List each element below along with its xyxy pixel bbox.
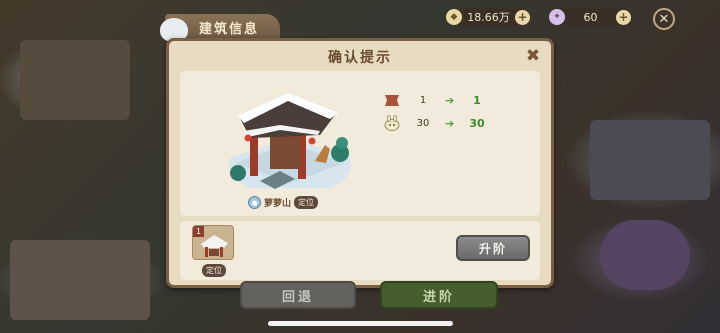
advance-button[interactable]: 进阶 (380, 281, 498, 309)
stat-from-value: 30 (416, 117, 430, 129)
building-thumbnail[interactable]: 1 (192, 225, 234, 260)
upgrade-button[interactable]: 升阶 (456, 235, 530, 261)
stat-to-value: 1 (473, 93, 481, 107)
arrow-right-icon: ➔ (445, 93, 455, 107)
back-button-label: 回退 (281, 289, 314, 305)
rabbit-icon (384, 115, 400, 131)
stat-to-value: 30 (469, 116, 485, 130)
confirm-dialog: 确认提示 ✖ ● 萝萝山 定位 1 ➔ 1 30 ➔ 30 1 定位 升阶 (166, 38, 554, 288)
thumbnail-locate-button[interactable]: 定位 (202, 264, 226, 277)
building-list-panel: 1 定位 升阶 (180, 221, 540, 280)
home-indicator[interactable] (268, 321, 453, 326)
upgrade-button-label: 升阶 (478, 241, 507, 256)
add-coins-button[interactable]: + (515, 9, 530, 25)
dialog-close-icon[interactable]: ✖ (524, 47, 542, 65)
stat-row-rabbit: 30 ➔ 30 (383, 114, 495, 132)
stat-from-value: 1 (419, 94, 427, 106)
coins-value: 18.66万 (467, 11, 510, 24)
building-info-tab-label: 建筑信息 (199, 21, 260, 37)
close-icon[interactable]: ✕ (653, 8, 675, 30)
location-name: 萝萝山 (264, 199, 292, 209)
upgrade-preview-panel: ● 萝萝山 定位 1 ➔ 1 30 ➔ 30 (180, 71, 540, 216)
advance-button-label: 进阶 (422, 289, 455, 305)
arrow-right-icon: ➔ (445, 116, 455, 130)
gem-icon: ✦ (549, 9, 565, 25)
thumbnail-level-badge: 1 (193, 226, 204, 237)
stat-row-cloth: 1 ➔ 1 (383, 91, 495, 109)
building-illustration (229, 93, 351, 189)
location-pin-icon: ● (248, 196, 261, 209)
cloth-icon (385, 95, 399, 106)
locate-button[interactable]: 定位 (294, 196, 319, 209)
gems-value: 60 (583, 10, 598, 24)
back-button[interactable]: 回退 (240, 281, 356, 309)
coins-counter: ◆ 18.66万 + (446, 8, 530, 26)
location-row: ● 萝萝山 定位 (248, 196, 319, 209)
add-gems-button[interactable]: + (616, 9, 631, 25)
coin-icon: ◆ (446, 9, 462, 25)
gems-counter: ✦ 60 + (549, 8, 631, 26)
dialog-title: 确认提示 (328, 50, 392, 66)
